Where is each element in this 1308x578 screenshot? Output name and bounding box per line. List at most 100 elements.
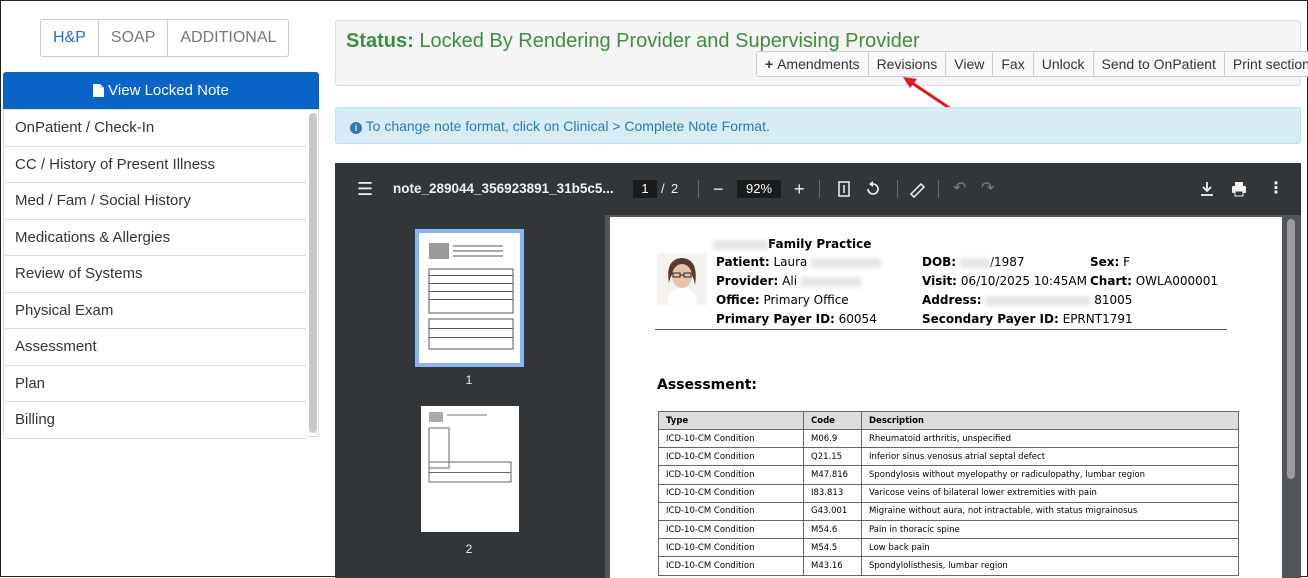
nav-item-ros[interactable]: Review of Systems (4, 256, 306, 293)
info-icon: i (350, 122, 362, 134)
thumbnail-label-1: 1 (465, 373, 473, 387)
zoom-in-icon[interactable]: + (794, 163, 805, 215)
note-type-tabs: H&P SOAP ADDITIONAL (40, 19, 290, 57)
page-separator: / (661, 181, 665, 196)
status-value: Locked By Rendering Provider and Supervi… (419, 30, 920, 52)
view-locked-note-label: View Locked Note (108, 82, 229, 99)
column-header-type: Type (658, 411, 804, 430)
table-header-row: Type Code Description (658, 411, 1239, 430)
cell-description: Inferior sinus venosus atrial septal def… (861, 447, 1239, 467)
table-row: ICD-10-CM Condition M47.816 Spondylosis wi… (658, 465, 1239, 485)
nav-scrollbar[interactable] (309, 113, 317, 433)
toolbar-divider (897, 180, 898, 198)
undo-icon[interactable]: ↶ (953, 163, 966, 215)
cell-code: M06.9 (803, 428, 862, 449)
nav-item-onpatient[interactable]: OnPatient / Check-In (4, 110, 306, 147)
download-icon[interactable] (1200, 181, 1214, 197)
more-options-icon[interactable]: ⋮ (1268, 163, 1284, 215)
pdf-toolbar: ☰ note_289044_356923891_31b5c5... 1 / 2 … (335, 163, 1301, 215)
table-row: ICD-10-CM Condition G43.001 Migraine witho… (658, 501, 1239, 521)
cell-code: M54.5 (803, 538, 862, 558)
cell-type: ICD-10-CM Condition (658, 465, 804, 485)
redacted-text (713, 239, 768, 250)
status-label: Status: (346, 30, 414, 52)
pdf-filename: note_289044_356923891_31b5c5... (393, 181, 614, 196)
zoom-out-icon[interactable]: − (713, 163, 724, 215)
print-sections-button[interactable]: Print sections (1224, 52, 1308, 76)
toolbar-divider (698, 180, 699, 198)
table-row: ICD-10-CM Condition M54.6 Pain in thoracic… (658, 519, 1239, 540)
nav-item-plan[interactable]: Plan (4, 365, 306, 402)
tab-soap[interactable]: SOAP (99, 20, 169, 56)
redacted-text (985, 295, 1091, 306)
view-locked-note-button[interactable]: View Locked Note (3, 72, 319, 109)
unlock-button[interactable]: Unlock (1033, 52, 1094, 76)
cell-type: ICD-10-CM Condition (658, 538, 804, 558)
nav-item-assessment[interactable]: Assessment (4, 329, 306, 366)
assessment-heading: Assessment: (657, 377, 758, 393)
redacted-text (800, 276, 861, 287)
dob-field: DOB: /1987 (922, 255, 1025, 269)
section-nav: OnPatient / Check-In CC / History of Pre… (3, 109, 319, 439)
redacted-text (959, 257, 990, 268)
thumbnail-preview-icon (428, 412, 512, 483)
nav-item-medications[interactable]: Medications & Allergies (4, 219, 306, 256)
amendments-button[interactable]: + Amendments (757, 52, 869, 76)
sex-field: Sex: F (1090, 255, 1131, 269)
cell-code: I83.813 (803, 483, 862, 503)
provider-field: Provider: Ali (716, 274, 861, 288)
column-header-code: Code (803, 411, 862, 430)
annotate-icon[interactable] (909, 180, 927, 198)
print-icon[interactable] (1231, 181, 1247, 197)
nav-item-billing[interactable]: Billing (4, 402, 306, 439)
office-field: Office: Primary Office (716, 293, 849, 307)
pdf-page: Family Practice Patient: Laura Provider:… (610, 217, 1282, 578)
table-row: ICD-10-CM Condition M54.5 Low back pain (658, 538, 1239, 558)
note-actions: + Amendments Revisions View Fax Unlock S… (756, 51, 1308, 77)
amendments-label: Amendments (777, 56, 860, 72)
cell-type: ICD-10-CM Condition (658, 447, 804, 467)
page-thumbnail-1[interactable] (415, 229, 524, 367)
nav-item-cc-hpi[interactable]: CC / History of Present Illness (4, 146, 306, 183)
thumbnail-sidebar: 1 2 (335, 215, 605, 578)
cell-description: Pain in thoracic spine (861, 519, 1239, 540)
fax-button[interactable]: Fax (993, 52, 1034, 76)
fit-page-icon[interactable] (838, 181, 850, 197)
thumbnail-label-2: 2 (465, 542, 473, 556)
table-row: ICD-10-CM Condition M06.9 Rheumatoid arthr… (658, 428, 1239, 449)
secondary-payer-field: Secondary Payer ID: EPRNT1791 (922, 312, 1133, 326)
assessment-table: Type Code Description ICD-10-CM Conditio… (658, 411, 1239, 576)
cell-code: M54.6 (803, 519, 862, 540)
redacted-text (811, 257, 882, 268)
column-header-description: Description (861, 411, 1239, 430)
cell-type: ICD-10-CM Condition (658, 519, 804, 540)
table-row: ICD-10-CM Condition I83.813 Varicose veins… (658, 483, 1239, 503)
nav-item-physical-exam[interactable]: Physical Exam (4, 292, 306, 329)
cell-type: ICD-10-CM Condition (658, 556, 804, 576)
cell-description: Low back pain (861, 538, 1239, 558)
tab-additional[interactable]: ADDITIONAL (168, 20, 288, 56)
patient-avatar (657, 253, 707, 305)
menu-icon[interactable]: ☰ (357, 163, 373, 215)
rotate-icon[interactable] (864, 180, 882, 198)
page-thumbnail-2[interactable] (421, 406, 519, 532)
pdf-scrollbar[interactable] (1287, 219, 1295, 479)
zoom-level[interactable]: 92% (737, 180, 781, 198)
cell-type: ICD-10-CM Condition (658, 483, 804, 503)
table-row: ICD-10-CM Condition M43.16 Spondylolisthes… (658, 556, 1239, 576)
send-to-onpatient-button[interactable]: Send to OnPatient (1093, 52, 1225, 76)
cell-type: ICD-10-CM Condition (658, 501, 804, 521)
payer-field: Primary Payer ID: 60054 (716, 312, 877, 326)
nav-item-history[interactable]: Med / Fam / Social History (4, 183, 306, 220)
cell-code: M47.816 (803, 465, 862, 485)
plus-icon: + (765, 56, 778, 72)
tab-hp[interactable]: H&P (41, 20, 99, 56)
info-banner: i To change note format, click on Clinic… (335, 107, 1301, 144)
cell-code: M43.16 (803, 556, 862, 576)
status-text: Status: Locked By Rendering Provider and… (346, 30, 920, 53)
page-number-input[interactable]: 1 (633, 180, 657, 198)
pdf-viewer: ☰ note_289044_356923891_31b5c5... 1 / 2 … (335, 163, 1301, 578)
redo-icon[interactable]: ↷ (981, 163, 994, 215)
table-row: ICD-10-CM Condition Q21.15 Inferior sinus … (658, 447, 1239, 467)
document-icon (93, 84, 105, 97)
